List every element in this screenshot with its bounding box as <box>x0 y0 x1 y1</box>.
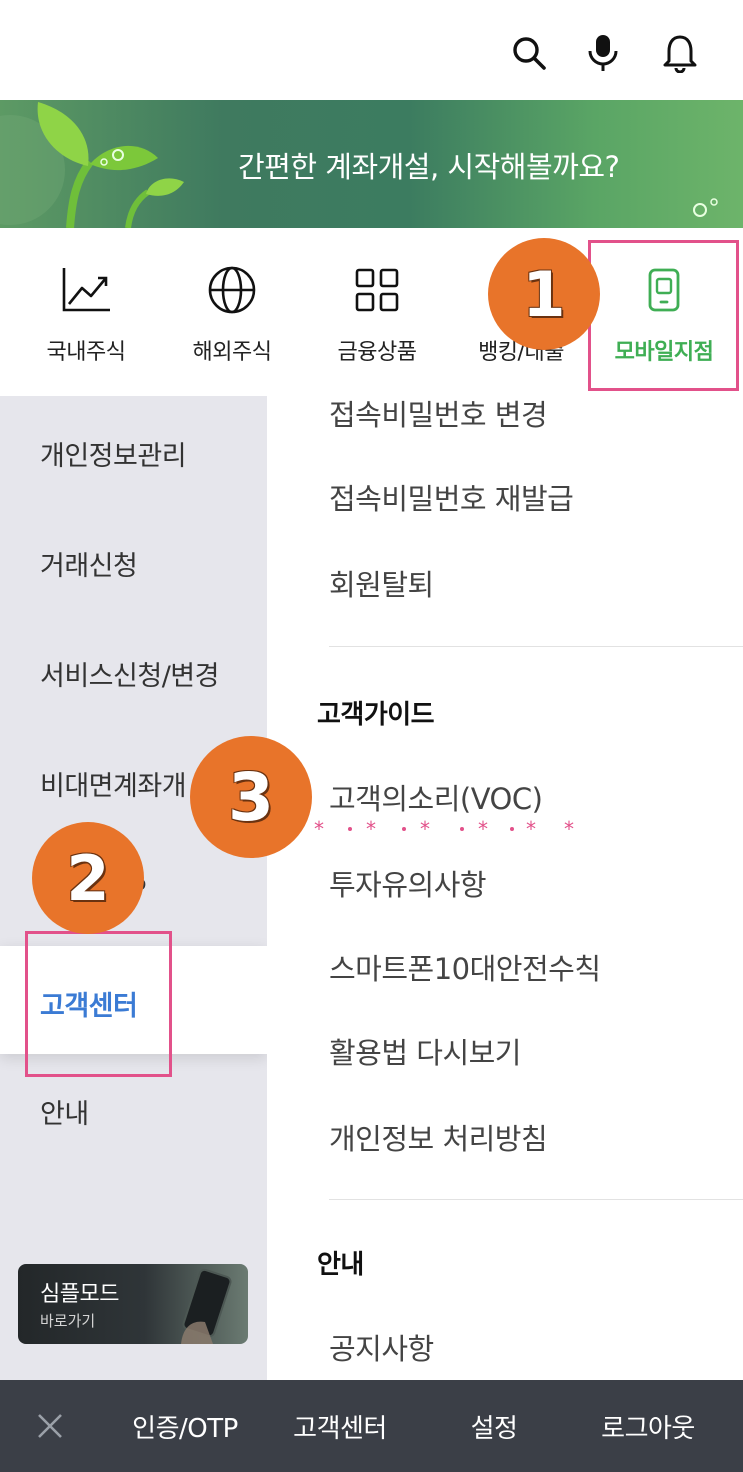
left-menu-item-non-face-account[interactable]: 비대면계좌개 <box>40 764 187 803</box>
menu-link-investment-notes[interactable]: 투자유의사항 <box>329 862 487 904</box>
divider <box>329 646 743 647</box>
menu-link-notices[interactable]: 공지사항 <box>329 1326 434 1368</box>
svg-text:*: * <box>420 818 430 841</box>
left-menu-item-personal-info[interactable]: 개인정보관리 <box>40 434 187 473</box>
banner-text: 간편한 계좌개설, 시작해볼까요? <box>238 150 620 184</box>
quick-nav-label: 국내주식 <box>46 340 126 365</box>
grid-icon <box>349 262 405 318</box>
bell-icon[interactable] <box>657 30 703 76</box>
simple-mode-title: 심플모드 <box>40 1282 119 1307</box>
menu-link-smartphone-safety[interactable]: 스마트폰10대안전수칙 <box>329 946 601 988</box>
highlight-box-mobile-branch <box>588 240 739 391</box>
microphone-icon[interactable] <box>580 30 626 76</box>
menu-link-password-change[interactable]: 접속비밀번호 변경 <box>329 396 548 434</box>
quick-nav-financial-products[interactable]: 금융상품 <box>318 228 436 396</box>
annotation-badge-1: 1 <box>488 238 600 350</box>
bubble-decoration <box>693 198 718 217</box>
search-icon[interactable] <box>506 30 552 76</box>
quick-nav-domestic-stocks[interactable]: 국내주식 <box>30 228 142 396</box>
account-opening-banner[interactable]: 간편한 계좌개설, 시작해볼까요? <box>0 100 743 228</box>
svg-text:*: * <box>366 818 376 841</box>
simple-mode-card[interactable]: 심플모드 바로가기 <box>18 1264 248 1344</box>
divider <box>329 1199 743 1200</box>
top-bar <box>0 0 743 100</box>
globe-icon <box>204 262 260 318</box>
svg-text:*: * <box>314 818 324 841</box>
highlight-box-customer-center <box>25 931 172 1077</box>
right-panel: 접속비밀번호 변경 접속비밀번호 재발급 회원탈퇴 고객가이드 고객의소리(VO… <box>267 396 743 1380</box>
left-menu-item-transactions[interactable]: 거래신청 <box>40 544 138 583</box>
left-menu-item-info[interactable]: 안내 <box>40 1092 89 1131</box>
quick-nav-label: 해외주식 <box>192 340 272 365</box>
menu-link-usage-guide[interactable]: 활용법 다시보기 <box>329 1030 521 1072</box>
section-heading-customer-guide: 고객가이드 <box>317 700 435 730</box>
star-underline-decoration: * * * * * * <box>314 818 574 841</box>
close-icon[interactable] <box>20 1380 80 1472</box>
quick-nav-label: 금융상품 <box>337 340 417 365</box>
annotation-badge-2: 2 <box>32 822 144 934</box>
quick-nav: 국내주식 해외주식 금융상품 뱅킹/대출 모바일지점 <box>0 228 743 396</box>
bottom-bar-logout[interactable]: 로그아웃 <box>578 1380 718 1472</box>
bottom-bar-auth-otp[interactable]: 인증/OTP <box>110 1380 260 1472</box>
bottom-bar-customer-center[interactable]: 고객센터 <box>270 1380 410 1472</box>
phone-hand-image <box>181 1268 232 1344</box>
annotation-badge-3: 3 <box>190 736 312 858</box>
menu-link-privacy-policy[interactable]: 개인정보 처리방침 <box>329 1116 548 1158</box>
sprout-illustration <box>0 102 184 228</box>
quick-nav-overseas-stocks[interactable]: 해외주식 <box>173 228 291 396</box>
section-heading-info: 안내 <box>317 1250 364 1280</box>
menu-link-withdraw-membership[interactable]: 회원탈퇴 <box>329 562 434 604</box>
bottom-bar-settings[interactable]: 설정 <box>440 1380 548 1472</box>
left-menu-item-service-change[interactable]: 서비스신청/변경 <box>40 654 219 693</box>
simple-mode-subtitle: 바로가기 <box>40 1312 96 1330</box>
svg-text:*: * <box>478 818 488 841</box>
menu-link-voc[interactable]: 고객의소리(VOC) <box>329 776 543 818</box>
svg-text:*: * <box>564 818 574 841</box>
menu-link-password-reissue[interactable]: 접속비밀번호 재발급 <box>329 476 574 518</box>
svg-text:*: * <box>526 818 536 841</box>
bottom-bar: 인증/OTP 고객센터 설정 로그아웃 <box>0 1380 743 1472</box>
chart-line-icon <box>58 262 114 318</box>
